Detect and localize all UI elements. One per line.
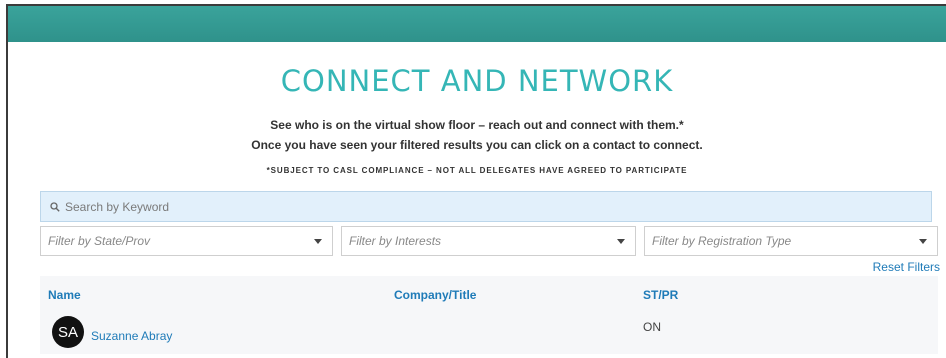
intro-line-2: Once you have seen your filtered results… bbox=[251, 138, 703, 152]
chevron-down-icon bbox=[617, 238, 625, 244]
table-row[interactable]: SA Suzanne Abray ON bbox=[40, 306, 938, 354]
casl-compliance-note: *SUBJECT TO CASL COMPLIANCE – NOT ALL DE… bbox=[266, 166, 688, 175]
filter-state-prov-select[interactable]: Filter by State/Prov bbox=[40, 226, 333, 256]
reset-filters-link[interactable]: Reset Filters bbox=[873, 260, 940, 274]
chevron-down-icon bbox=[919, 238, 927, 244]
intro-line-1: See who is on the virtual show floor – r… bbox=[270, 118, 684, 132]
column-header-st-pr[interactable]: ST/PR bbox=[643, 288, 678, 302]
avatar[interactable]: SA bbox=[52, 316, 84, 348]
filter-state-prov-label: Filter by State/Prov bbox=[48, 234, 151, 248]
chevron-down-icon bbox=[314, 238, 322, 244]
filter-registration-type-select[interactable]: Filter by Registration Type bbox=[644, 226, 938, 256]
search-bar[interactable] bbox=[40, 191, 932, 222]
search-icon bbox=[50, 201, 60, 212]
contact-name-link[interactable]: Suzanne Abray bbox=[91, 329, 172, 343]
page-title: CONNECT AND NETWORK bbox=[280, 64, 674, 98]
contact-st-pr: ON bbox=[643, 320, 661, 334]
search-input[interactable] bbox=[65, 199, 865, 214]
filter-registration-type-label: Filter by Registration Type bbox=[652, 234, 792, 248]
filter-interests-label: Filter by Interests bbox=[349, 234, 442, 248]
top-banner bbox=[8, 6, 946, 42]
filter-interests-select[interactable]: Filter by Interests bbox=[341, 226, 636, 256]
column-header-name[interactable]: Name bbox=[48, 288, 81, 302]
column-header-company-title[interactable]: Company/Title bbox=[394, 288, 476, 302]
